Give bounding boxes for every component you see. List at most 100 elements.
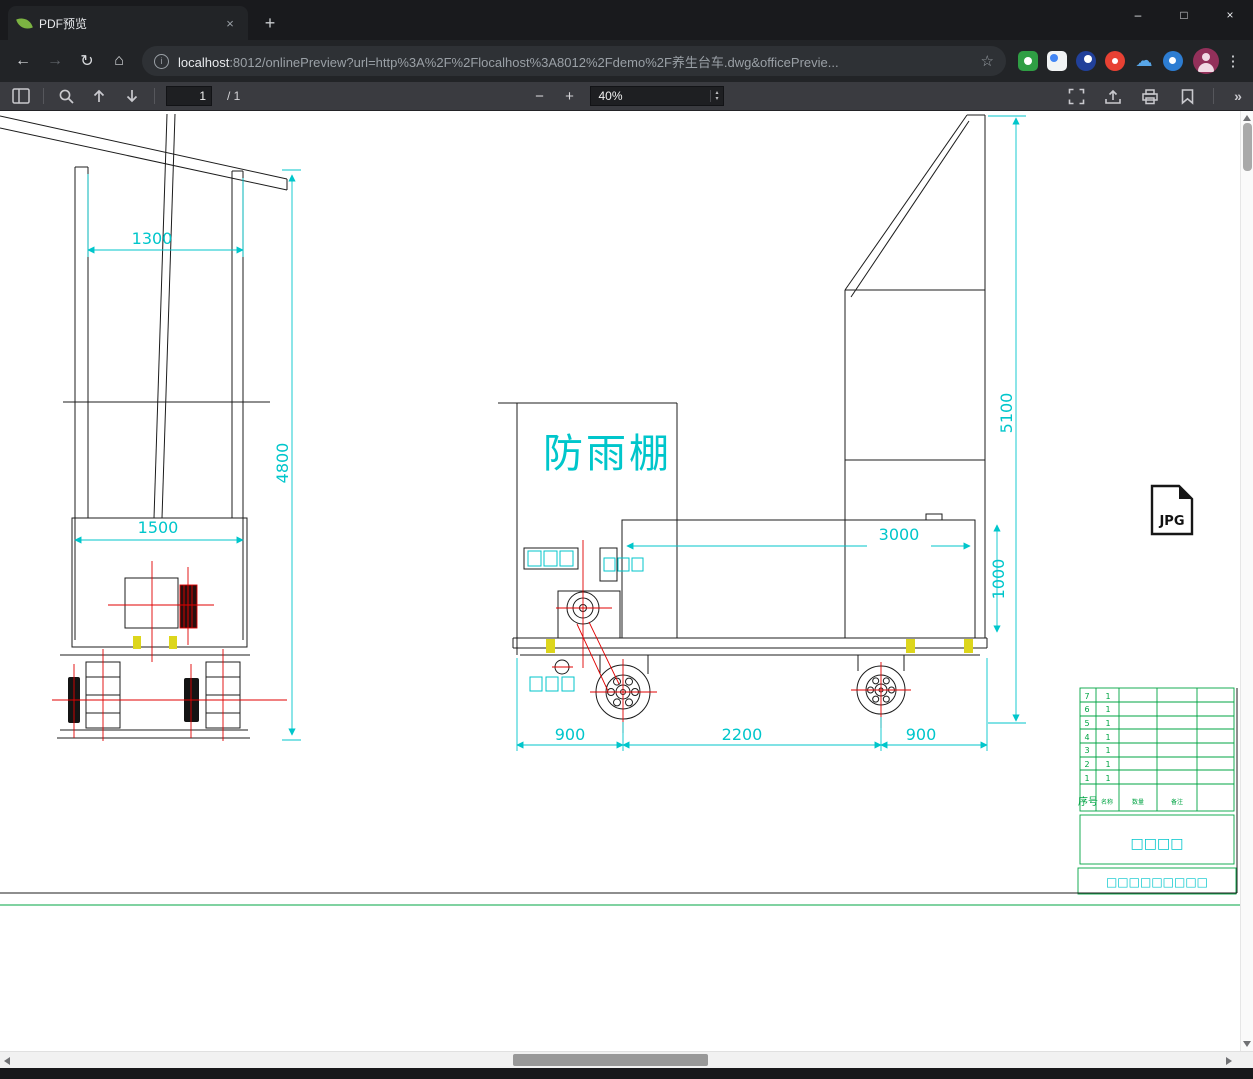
title-block-strip-text: □□□□□□□□□ [1106, 875, 1208, 889]
avatar-head [1202, 53, 1210, 61]
vertical-scrollbar[interactable] [1240, 111, 1253, 1051]
dim-1000-label: 1000 [989, 559, 1008, 600]
bom-row-no: 4 [1084, 733, 1089, 742]
sidebar-toggle-icon[interactable] [10, 85, 32, 107]
window-controls: – □ × [1115, 0, 1253, 30]
zoom-spinner-icon: ▴ ▾ [710, 90, 722, 102]
bom-row-qty: 1 [1105, 692, 1110, 701]
zoom-in-icon[interactable]: + [560, 88, 580, 105]
extension-icon-2-glyph [1050, 54, 1058, 62]
pdf-viewer-page: 1300 1500 4800 防雨棚 3000 1000 5100 900 22… [0, 111, 1253, 1051]
bom-row-qty: 1 [1105, 746, 1110, 755]
bom-row-qty: 1 [1105, 760, 1110, 769]
browser-window: PDF预览 × + – □ × ← → ↻ ⌂ i localhost:8012… [0, 0, 1253, 1079]
zoom-select[interactable]: 40% ▴ ▾ [589, 86, 724, 106]
previous-page-icon[interactable] [88, 85, 110, 107]
pdf-toolbar-center: − + 40% ▴ ▾ [530, 86, 724, 106]
dim-2200-label: 2200 [722, 725, 763, 744]
side-view-pads [546, 639, 973, 653]
dim-900-left-label: 900 [555, 725, 586, 744]
bom-header-note: 备注 [1171, 798, 1183, 806]
extension-icon-1[interactable] [1018, 51, 1038, 71]
maximize-button[interactable]: □ [1161, 0, 1207, 30]
extension-icon-4[interactable] [1105, 51, 1125, 71]
scroll-down-arrow-icon[interactable] [1243, 1041, 1251, 1047]
bom-row-qty: 1 [1105, 719, 1110, 728]
dim-3000-label: 3000 [879, 525, 920, 544]
bom-row-qty: 1 [1105, 705, 1110, 714]
side-view-geometry [498, 114, 988, 720]
home-icon[interactable]: ⌂ [104, 46, 134, 76]
bom-header-name: 名称 [1101, 798, 1113, 806]
front-view-geometry [0, 113, 288, 739]
search-icon[interactable] [55, 85, 77, 107]
toolbar-separator [154, 88, 155, 104]
url-host: localhost [178, 54, 230, 70]
extensions-row: ☁ [1018, 51, 1183, 71]
zoom-value-label: 40% [598, 89, 623, 103]
bom-header-qty: 数量 [1132, 798, 1144, 806]
bom-row-no: 6 [1084, 705, 1089, 714]
title-block-grid [1077, 687, 1237, 895]
title-block-name-text: □□□□ [1131, 836, 1184, 852]
next-page-icon[interactable] [121, 85, 143, 107]
presentation-mode-icon[interactable] [1065, 85, 1087, 107]
pdf-toolbar-right: » [1065, 85, 1247, 107]
bom-row-no: 1 [1084, 774, 1089, 783]
bom-row-no: 7 [1084, 692, 1089, 701]
new-tab-button[interactable]: + [258, 12, 282, 36]
url-rest: :8012/onlinePreview?url=http%3A%2F%2Floc… [229, 54, 839, 70]
open-file-icon[interactable] [1102, 85, 1124, 107]
vertical-scroll-thumb[interactable] [1243, 123, 1252, 171]
reload-icon[interactable]: ↻ [72, 46, 102, 76]
bom-row-no: 5 [1084, 719, 1089, 728]
bookmark-icon[interactable] [1176, 85, 1198, 107]
profile-avatar[interactable] [1193, 48, 1219, 74]
bom-row-qty: 1 [1105, 733, 1110, 742]
toolbar-separator [43, 88, 44, 104]
horizontal-scroll-thumb[interactable] [513, 1054, 708, 1066]
minimize-button[interactable]: – [1115, 0, 1161, 30]
url-omnibox[interactable]: i localhost:8012/onlinePreview?url=http%… [142, 46, 1006, 76]
extension-icon-4-glyph [1112, 58, 1118, 64]
print-icon[interactable] [1139, 85, 1161, 107]
side-view-centerlines [552, 540, 911, 733]
tab-pdf-preview[interactable]: PDF预览 × [8, 6, 248, 40]
bom-row-no: 2 [1084, 760, 1089, 769]
scroll-right-arrow-icon[interactable] [1226, 1057, 1232, 1065]
extension-icon-3[interactable] [1076, 51, 1096, 71]
title-block-header: 序号 名称 数量 备注 [1078, 795, 1183, 808]
browser-menu-icon[interactable]: ⋮ [1221, 46, 1245, 76]
forward-icon[interactable]: → [40, 46, 70, 76]
pdf-toolbar-left: / 1 [0, 85, 240, 107]
page-number-input[interactable] [166, 86, 212, 106]
dim-900-right-label: 900 [906, 725, 937, 744]
cloud-extension-icon[interactable]: ☁ [1134, 51, 1154, 71]
zoom-out-icon[interactable]: − [530, 88, 550, 105]
page-info-icon[interactable]: i [154, 53, 169, 69]
dim-1500-label: 1500 [138, 518, 179, 537]
extension-icon-3-glyph [1084, 55, 1092, 63]
bom-row-qty: 1 [1105, 774, 1110, 783]
dim-4800-label: 4800 [273, 443, 292, 484]
extension-icon-6[interactable] [1163, 51, 1183, 71]
extension-icon-2[interactable] [1047, 51, 1067, 71]
more-tools-icon[interactable]: » [1229, 88, 1247, 104]
close-button[interactable]: × [1207, 0, 1253, 30]
bom-row-no: 3 [1084, 746, 1089, 755]
bookmark-star-icon[interactable]: ☆ [981, 52, 994, 70]
avatar-body [1198, 63, 1214, 72]
rain-shelter-label: 防雨棚 [543, 431, 672, 477]
window-bottom-edge [0, 1068, 1253, 1079]
cad-drawing: 1300 1500 4800 防雨棚 3000 1000 5100 900 22… [0, 113, 1240, 906]
bom-header-no: 序号 [1078, 795, 1098, 808]
scroll-up-arrow-icon[interactable] [1243, 115, 1251, 121]
tab-close-icon[interactable]: × [222, 16, 238, 31]
scroll-left-arrow-icon[interactable] [4, 1057, 10, 1065]
horizontal-scrollbar[interactable] [0, 1051, 1253, 1068]
tab-title: PDF预览 [39, 16, 88, 31]
address-bar: ← → ↻ ⌂ i localhost:8012/onlinePreview?u… [0, 40, 1253, 82]
back-icon[interactable]: ← [8, 46, 38, 76]
tab-strip: PDF预览 × + – □ × [0, 0, 1253, 40]
title-block-rows: 7 1 6 1 5 1 4 1 3 1 2 1 1 1 [1084, 692, 1110, 783]
